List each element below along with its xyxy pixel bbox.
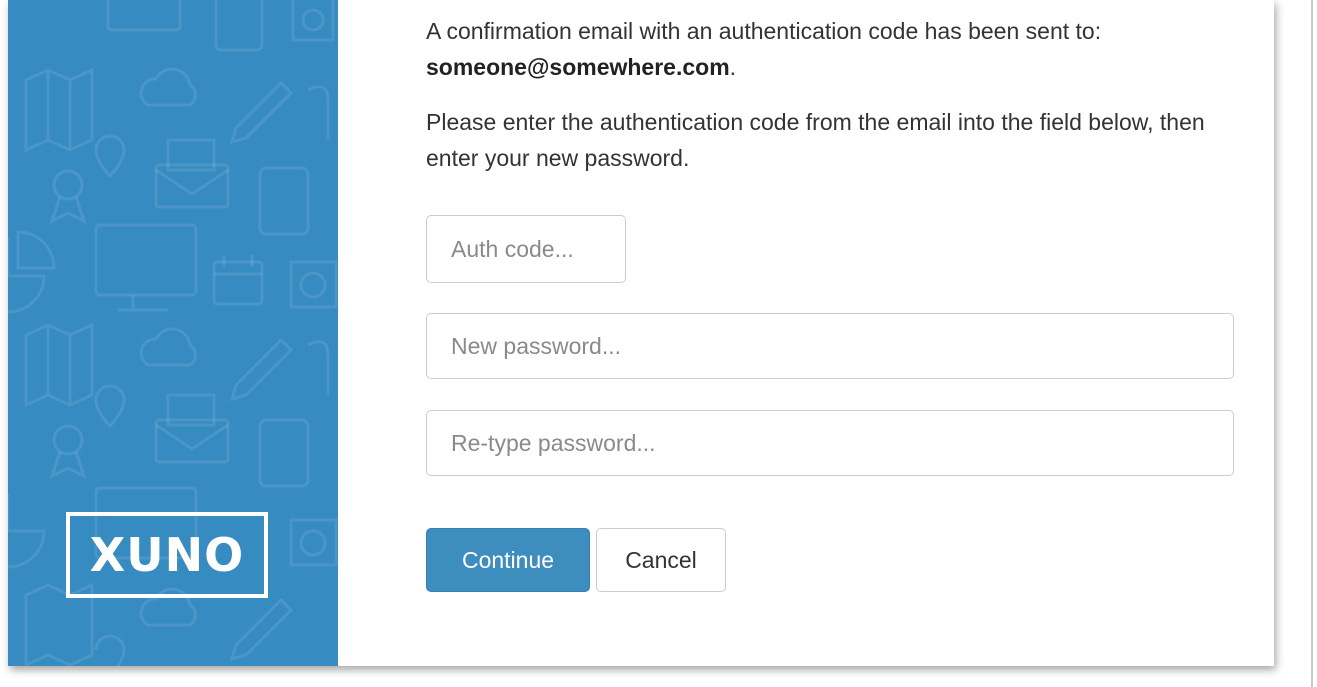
tablet-icon xyxy=(214,0,264,52)
envelope-icon xyxy=(155,138,229,196)
cloud-icon xyxy=(139,67,197,107)
reset-password-card: XUNO A confirmation email with an authen… xyxy=(8,0,1274,666)
monitor-icon xyxy=(118,295,168,312)
camera-icon xyxy=(291,0,335,42)
location-pin-icon xyxy=(94,384,126,429)
recipient-email: someone@somewhere.com xyxy=(426,54,730,80)
instructions-text: Please enter the authentication code fro… xyxy=(426,109,1205,171)
pencil-icon xyxy=(229,597,294,662)
confirmation-text: A confirmation email with an authenticat… xyxy=(426,18,1102,44)
award-icon xyxy=(49,196,87,224)
award-icon xyxy=(52,424,84,456)
pencil-icon xyxy=(229,337,294,402)
calendar-icon xyxy=(212,260,264,306)
cancel-button[interactable]: Cancel xyxy=(596,528,726,592)
cloud-icon xyxy=(139,327,197,367)
page: XUNO A confirmation email with an authen… xyxy=(0,0,1317,687)
calendar-icon xyxy=(214,255,262,276)
location-pin-icon xyxy=(94,634,126,666)
map-icon xyxy=(24,67,94,153)
auth-code-input[interactable] xyxy=(426,215,626,283)
window-edge-divider xyxy=(1311,0,1313,687)
confirmation-message: A confirmation email with an authenticat… xyxy=(426,13,1246,85)
continue-button[interactable]: Continue xyxy=(426,528,590,592)
tablet-icon xyxy=(258,418,310,488)
camera-icon xyxy=(289,260,338,309)
map-icon xyxy=(24,322,94,408)
pie-chart-icon xyxy=(8,230,56,314)
pencil-icon xyxy=(229,80,294,145)
monitor-icon xyxy=(94,223,198,297)
award-icon xyxy=(52,169,84,201)
pie-chart-icon xyxy=(8,493,46,569)
monitor-icon xyxy=(106,0,182,32)
email-period: . xyxy=(729,54,737,80)
brand-panel: XUNO xyxy=(8,0,338,666)
tablet-icon xyxy=(258,166,310,236)
location-pin-icon xyxy=(94,134,126,179)
pencil-icon xyxy=(307,340,330,395)
new-password-input[interactable] xyxy=(426,313,1234,379)
retype-password-input[interactable] xyxy=(426,410,1234,476)
envelope-icon xyxy=(155,393,229,451)
pencil-icon xyxy=(307,85,330,140)
camera-icon xyxy=(289,518,338,567)
xuno-logo: XUNO xyxy=(66,512,268,598)
award-icon xyxy=(49,451,87,479)
